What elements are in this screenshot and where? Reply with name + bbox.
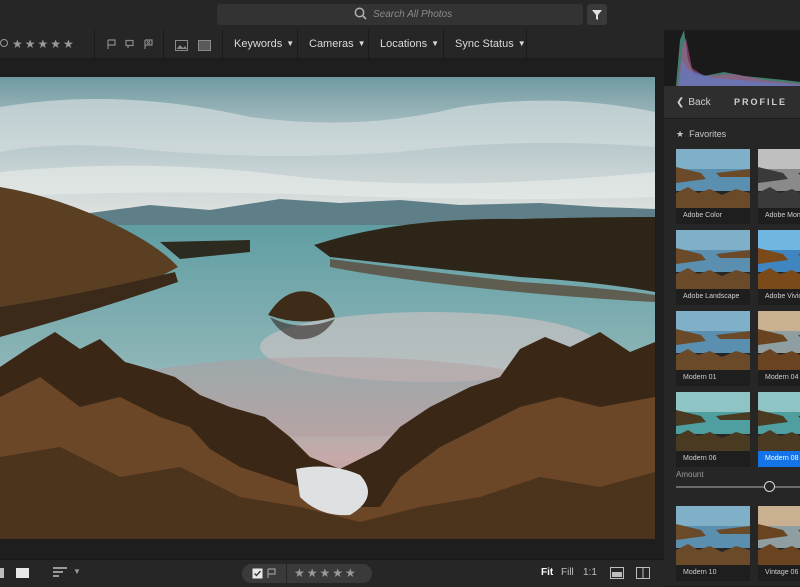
- profile-thumbnail: [676, 392, 750, 451]
- profile-tile[interactable]: Modern 04: [758, 311, 800, 386]
- profile-tile[interactable]: Modern 08: [758, 392, 800, 467]
- filter-toolbar: ★★★★★ Keywords ▼ Cameras ▼ Locations ▼ Sync…: [0, 30, 664, 59]
- chevron-left-icon: ❮: [676, 97, 685, 108]
- divider: [286, 564, 287, 583]
- back-label: Back: [688, 97, 711, 108]
- profile-tile[interactable]: Modern 01: [676, 311, 750, 386]
- amount-slider-track[interactable]: [676, 486, 800, 488]
- profile-thumbnail: [676, 149, 750, 208]
- zoom-1to1-button[interactable]: 1:1: [583, 567, 597, 578]
- media-type-filters: [175, 38, 212, 56]
- histogram: [664, 30, 800, 86]
- filter-button[interactable]: [587, 4, 607, 25]
- chevron-down-icon: ▼: [431, 39, 440, 48]
- photo-preview[interactable]: [0, 77, 655, 539]
- favorites-heading: ★ Favorites: [676, 129, 726, 140]
- cameras-label: Cameras: [309, 38, 354, 50]
- flag-filters: [106, 37, 154, 55]
- back-button[interactable]: ❮ Back: [676, 97, 711, 108]
- profile-label: Vintage 06: [758, 565, 800, 581]
- search-field[interactable]: Search All Photos: [217, 4, 583, 25]
- rating-filter[interactable]: ★★★★★: [0, 37, 76, 51]
- profile-thumbnail: [758, 149, 800, 208]
- flag-picked-icon[interactable]: [252, 568, 263, 579]
- profile-tile[interactable]: Adobe Monochrome: [758, 149, 800, 224]
- chevron-down-icon: ▼: [357, 39, 366, 48]
- divider: [443, 30, 444, 58]
- profile-tile[interactable]: Adobe Landscape: [676, 230, 750, 305]
- favorites-label: Favorites: [689, 129, 727, 139]
- top-bar: Search All Photos: [0, 0, 800, 31]
- profile-panel-header: ❮ Back PROFILE: [664, 86, 800, 119]
- rating-filter-stars[interactable]: ★★★★★: [12, 37, 76, 51]
- sort-icon[interactable]: [53, 567, 67, 577]
- profile-label: Adobe Monochrome: [758, 208, 800, 224]
- profile-thumbnail: [676, 230, 750, 289]
- amount-slider-handle[interactable]: [764, 481, 775, 492]
- flag-rejected-icon[interactable]: [143, 39, 154, 50]
- profile-label: Modern 08: [758, 451, 800, 467]
- no-rating-icon[interactable]: [0, 39, 8, 47]
- video-filter-icon[interactable]: [198, 40, 212, 51]
- keywords-dropdown[interactable]: Keywords ▼: [234, 38, 294, 50]
- divider: [163, 30, 164, 58]
- compare-icon[interactable]: [610, 567, 624, 579]
- profile-tile[interactable]: Modern 10: [676, 506, 750, 581]
- zoom-fit-button[interactable]: Fit: [541, 567, 553, 578]
- profile-label: Adobe Color: [676, 208, 750, 224]
- before-after-icon[interactable]: [636, 567, 650, 579]
- rating-flag-control: ★★★★★: [242, 564, 372, 583]
- locations-dropdown[interactable]: Locations ▼: [380, 38, 439, 50]
- zoom-fill-button[interactable]: Fill: [561, 567, 574, 578]
- filter-icon: [592, 10, 602, 20]
- chevron-down-icon[interactable]: ▼: [73, 567, 81, 576]
- profile-label: Modern 10: [676, 565, 750, 581]
- profile-label: Modern 01: [676, 370, 750, 386]
- sync-status-dropdown[interactable]: Sync Status ▼: [455, 38, 526, 50]
- divider: [368, 30, 369, 58]
- profile-thumbnail: [676, 506, 750, 565]
- locations-label: Locations: [380, 38, 428, 50]
- grid-view-icon[interactable]: [0, 568, 4, 578]
- profile-tile[interactable]: Vintage 06: [758, 506, 800, 581]
- profile-tile[interactable]: Adobe Color: [676, 149, 750, 224]
- profile-tile[interactable]: Adobe Vivid: [758, 230, 800, 305]
- sync-status-label: Sync Status: [455, 38, 514, 50]
- panel-title: PROFILE: [734, 97, 788, 107]
- profile-thumbnail: [758, 392, 800, 451]
- profile-tile[interactable]: Modern 06: [676, 392, 750, 467]
- rating-stars[interactable]: ★★★★★: [294, 566, 358, 580]
- divider: [526, 30, 527, 58]
- divider: [222, 30, 223, 58]
- profile-label: Modern 06: [676, 451, 750, 467]
- divider: [94, 30, 95, 58]
- cameras-dropdown[interactable]: Cameras ▼: [309, 38, 366, 50]
- flag-rejected-icon[interactable]: [266, 568, 277, 579]
- search-icon: [354, 7, 367, 20]
- amount-label: Amount: [676, 470, 704, 479]
- photo-filter-icon[interactable]: [175, 40, 188, 51]
- profile-thumbnail: [758, 506, 800, 565]
- star-icon: ★: [676, 129, 685, 139]
- profile-thumbnail: [676, 311, 750, 370]
- profile-thumbnail: [758, 230, 800, 289]
- profile-panel: ★ Favorites Adobe Color Adobe Monochrome Ad…: [664, 119, 800, 586]
- bottom-toolbar: ▼ ★★★★★ Fit Fill 1:1: [0, 559, 664, 587]
- chevron-down-icon: ▼: [517, 39, 526, 48]
- profile-label: Adobe Landscape: [676, 289, 750, 305]
- profile-label: Adobe Vivid: [758, 289, 800, 305]
- keywords-label: Keywords: [234, 38, 283, 50]
- flag-picked-icon[interactable]: [106, 39, 117, 50]
- divider: [297, 30, 298, 58]
- profile-thumbnail: [758, 311, 800, 370]
- search-input[interactable]: Search All Photos: [373, 9, 452, 20]
- profile-label: Modern 04: [758, 370, 800, 386]
- single-view-icon[interactable]: [16, 568, 29, 578]
- flag-unflagged-icon[interactable]: [124, 39, 135, 50]
- chevron-down-icon: ▼: [286, 39, 295, 48]
